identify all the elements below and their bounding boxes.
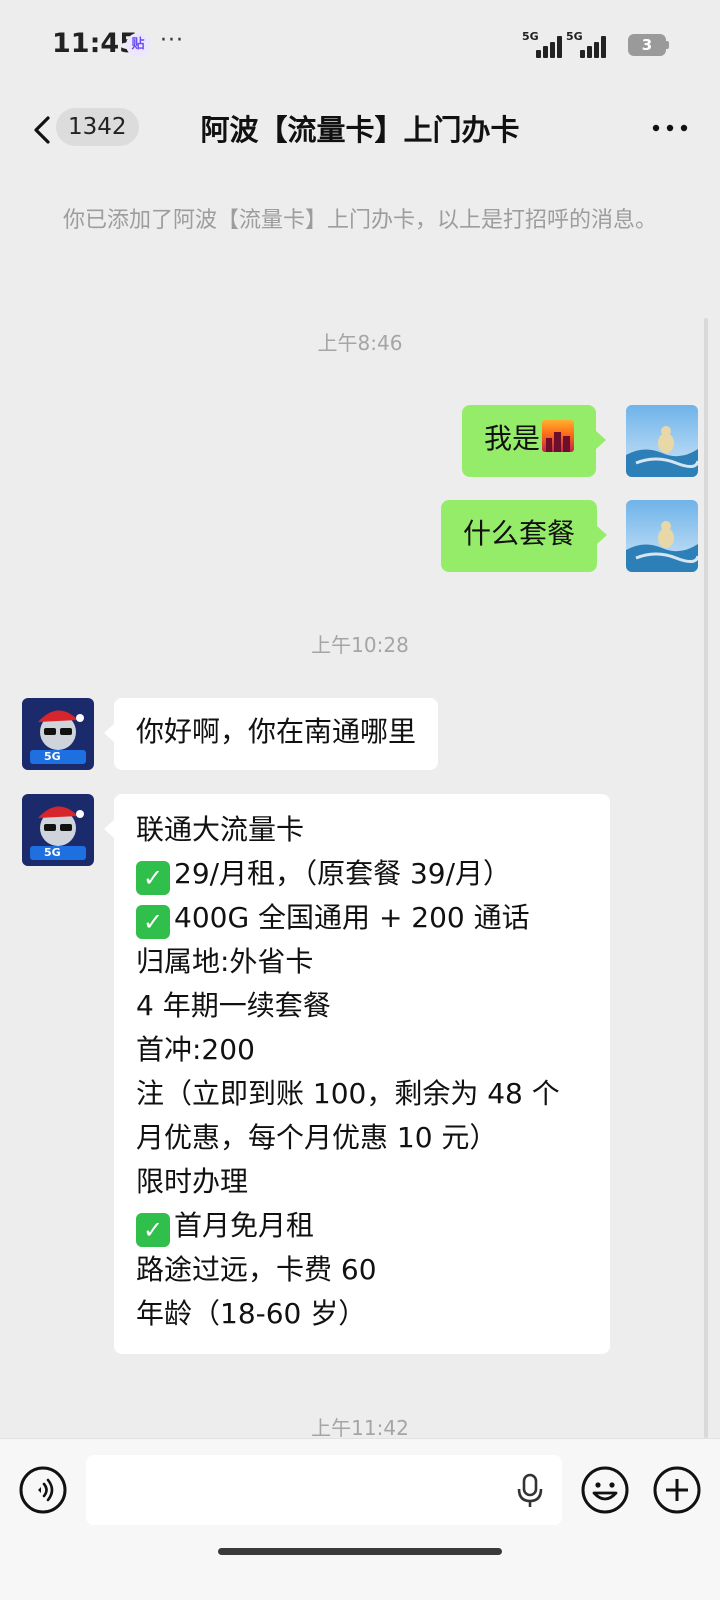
signal-5g-icon: 5G [566,30,610,58]
message-line: 注（立即到账 100，剩余为 48 个 [136,1077,560,1110]
city-sunset-emoji [542,420,575,452]
message-text: 什么套餐 [463,517,576,550]
plus-icon[interactable] [652,1465,702,1515]
message-line: 首冲:200 [136,1033,255,1066]
emoji-icon[interactable] [580,1465,630,1515]
message-line: 联通大流量卡 [136,813,305,846]
timestamp: 上午11:42 [311,1416,409,1440]
home-indicator[interactable] [218,1548,502,1555]
message-line: ✓ 29/月租，（原套餐 39/月） [136,852,588,896]
message-line: 路途过远，卡费 60 [136,1253,377,1286]
battery-icon: 3 [628,34,666,56]
message-line: 月优惠，每个月优惠 10 元） [136,1121,498,1154]
message-input[interactable] [86,1455,562,1525]
check-mark-icon: ✓ [136,861,170,895]
microphone-icon[interactable] [514,1473,546,1509]
message-line: ✓ 400G 全国通用 + 200 通话 [136,896,588,940]
chat-header: 1342 阿波【流量卡】上门办卡 [0,90,720,170]
status-more-icon: ··· [160,28,184,53]
avatar-5g-label: 5G [44,846,61,859]
my-avatar[interactable] [626,500,698,572]
message-bubble-received[interactable]: 联通大流量卡 ✓ 29/月租，（原套餐 39/月） ✓ 400G 全国通用 + 20… [104,794,610,1354]
message-text: 你好啊，你在南通哪里 [136,715,417,748]
system-message: 你已添加了阿波【流量卡】上门办卡，以上是打招呼的消息。 [62,208,657,233]
message-bubble-received[interactable]: 你好啊，你在南通哪里 [103,698,439,770]
chat-title: 阿波【流量卡】上门办卡 [200,113,520,147]
input-bar [0,1438,720,1600]
chat-screen: 11:45 贴 ··· 5G 5G 3 1342 阿波【流量卡】上门办卡 你已添… [0,0,720,1600]
my-avatar[interactable] [626,405,698,477]
timestamp: 上午10:28 [311,633,409,657]
contact-avatar[interactable]: 5G [22,698,94,770]
timestamp: 上午8:46 [317,331,403,355]
message-bubble-sent[interactable]: 什么套餐 [441,500,608,572]
status-bar: 11:45 贴 ··· 5G 5G 3 [0,0,720,90]
message-line: 限时办理 [136,1165,249,1198]
chat-scrollbar[interactable] [704,318,708,1438]
battery-tip [666,41,669,49]
message-line: 归属地:外省卡 [136,945,314,978]
message-line: 年龄（18-60 岁） [136,1297,367,1330]
check-mark-icon: ✓ [136,905,170,939]
voice-mode-icon[interactable] [18,1465,68,1515]
more-dots-icon[interactable] [648,108,692,148]
signal-5g-icon: 5G [522,30,566,58]
check-mark-icon: ✓ [136,1213,170,1247]
app-notification-icon: 贴 [126,33,150,57]
message-line: ✓ 首月免月租 [136,1204,588,1248]
message-line: 4 年期一续套餐 [136,989,331,1022]
message-bubble-sent[interactable]: 我是 [462,405,607,477]
message-text: 我是 [484,422,541,455]
avatar-5g-label: 5G [44,750,61,763]
contact-avatar[interactable]: 5G [22,794,94,866]
